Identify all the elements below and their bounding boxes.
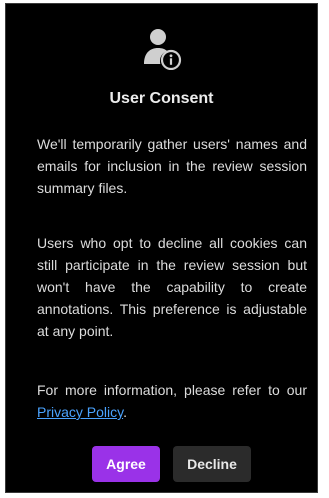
agree-button[interactable]: Agree	[92, 446, 160, 482]
user-info-icon	[140, 26, 184, 71]
more-info-text: For more information, please refer to ou…	[37, 382, 307, 398]
decline-button[interactable]: Decline	[173, 446, 251, 482]
consent-dialog: User Consent We'll temporarily gather us…	[5, 3, 318, 493]
more-info-period: .	[123, 404, 127, 420]
dialog-title: User Consent	[109, 90, 214, 107]
consent-paragraph-more-info: For more information, please refer to ou…	[37, 379, 307, 423]
consent-paragraph-data-collection: We'll temporarily gather users' names an…	[37, 136, 307, 196]
privacy-policy-link[interactable]: Privacy Policy	[37, 404, 123, 420]
icon-container	[6, 26, 317, 71]
consent-paragraph-decline-info: Users who opt to decline all cookies can…	[37, 235, 307, 339]
